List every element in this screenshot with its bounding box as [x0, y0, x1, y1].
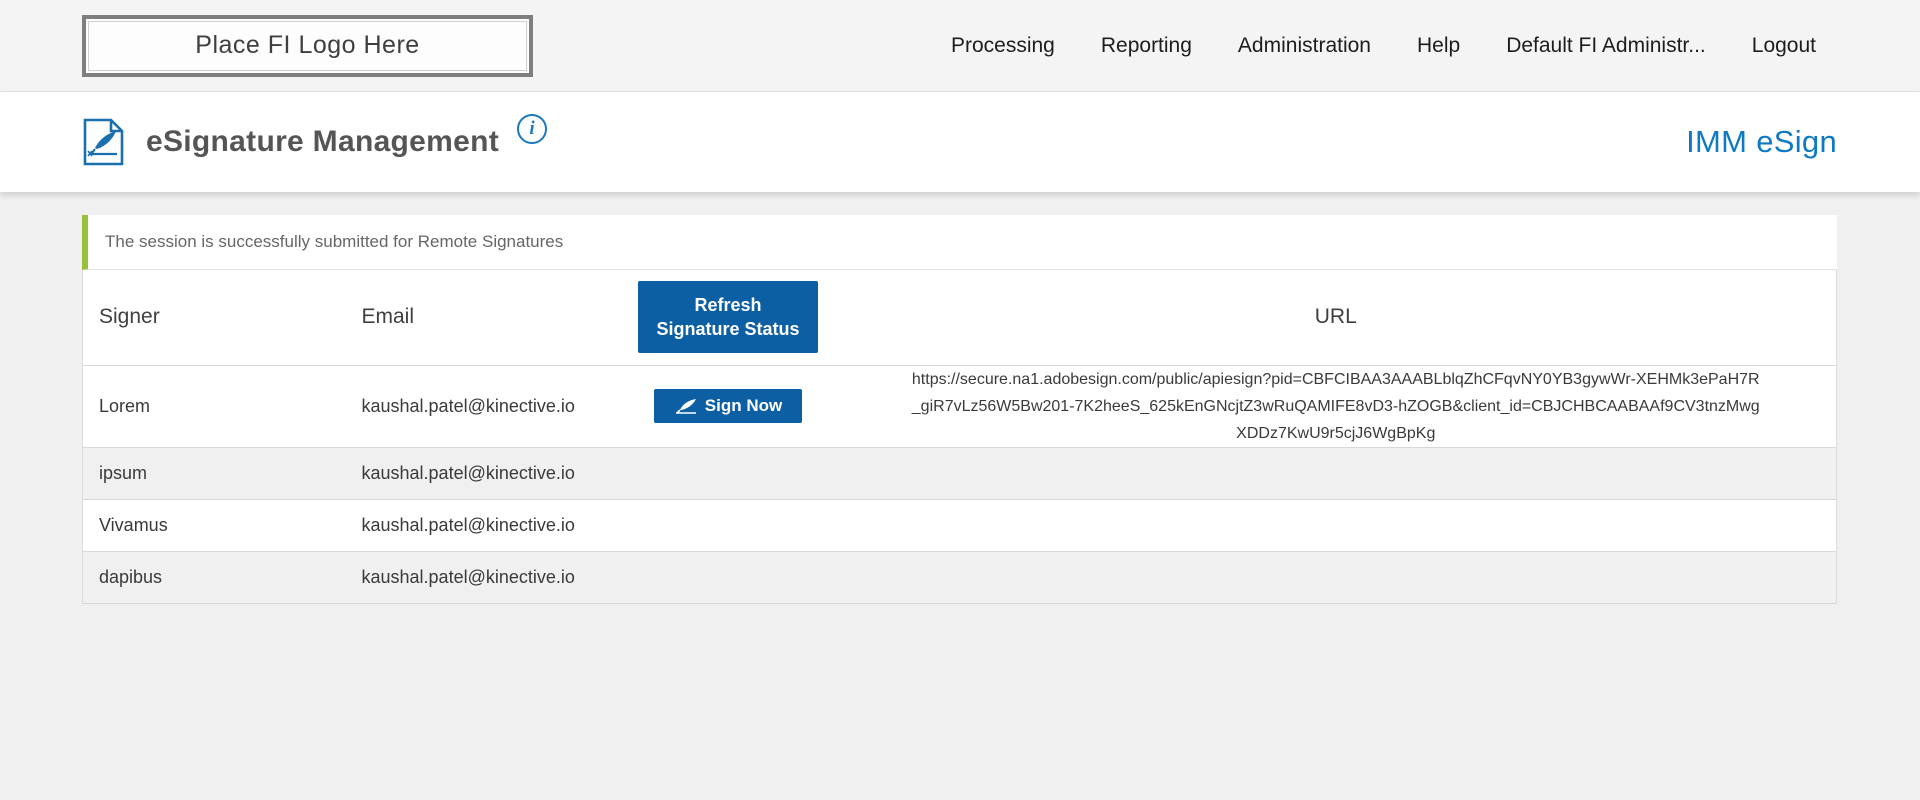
imm-esign-brand: IMM eSign — [1686, 124, 1837, 160]
main-nav: Processing Reporting Administration Help… — [951, 34, 1816, 58]
column-header-status: Refresh Signature Status — [621, 270, 836, 365]
signer-email: kaushal.patel@kinective.io — [346, 447, 621, 499]
table-row: Vivamus kaushal.patel@kinective.io — [83, 499, 1837, 551]
info-icon[interactable]: i — [517, 114, 547, 144]
success-alert: The session is successfully submitted fo… — [82, 215, 1837, 270]
table-row: ipsum kaushal.patel@kinective.io — [83, 447, 1837, 499]
nav-item-reporting[interactable]: Reporting — [1101, 34, 1192, 58]
refresh-signature-status-button[interactable]: Refresh Signature Status — [638, 281, 818, 353]
page-header: eSignature Management i IMM eSign — [0, 92, 1920, 192]
signer-email: kaushal.patel@kinective.io — [346, 551, 621, 603]
signer-name: dapibus — [83, 551, 346, 603]
nav-item-processing[interactable]: Processing — [951, 34, 1055, 58]
signing-url: https://secure.na1.adobesign.com/public/… — [911, 366, 1761, 447]
fi-logo-text: Place FI Logo Here — [195, 31, 419, 60]
column-header-url: URL — [836, 270, 1837, 365]
top-navigation-bar: Place FI Logo Here Processing Reporting … — [0, 0, 1920, 92]
page-title: eSignature Management — [146, 125, 499, 159]
sign-now-label: Sign Now — [705, 396, 782, 416]
signer-name: ipsum — [83, 447, 346, 499]
nav-item-help[interactable]: Help — [1417, 34, 1460, 58]
signers-table: Signer Email Refresh Signature Status UR… — [82, 270, 1837, 604]
signer-name: Lorem — [83, 365, 346, 447]
fi-logo-placeholder: Place FI Logo Here — [82, 15, 533, 77]
nav-item-user-menu[interactable]: Default FI Administr... — [1506, 34, 1706, 58]
esignature-document-icon — [82, 118, 124, 166]
signer-name: Vivamus — [83, 499, 346, 551]
table-header-row: Signer Email Refresh Signature Status UR… — [83, 270, 1837, 365]
signer-email: kaushal.patel@kinective.io — [346, 499, 621, 551]
table-row: Lorem kaushal.patel@kinective.io Sign No… — [83, 365, 1837, 447]
success-alert-message: The session is successfully submitted fo… — [105, 232, 563, 252]
column-header-signer: Signer — [83, 270, 346, 365]
sign-now-button[interactable]: Sign Now — [654, 389, 802, 423]
main-content: The session is successfully submitted fo… — [0, 192, 1920, 604]
nav-item-administration[interactable]: Administration — [1238, 34, 1371, 58]
column-header-email: Email — [346, 270, 621, 365]
refresh-button-line1: Refresh — [644, 293, 812, 317]
table-row: dapibus kaushal.patel@kinective.io — [83, 551, 1837, 603]
signer-email: kaushal.patel@kinective.io — [346, 365, 621, 447]
refresh-button-line2: Signature Status — [644, 317, 812, 341]
nav-item-logout[interactable]: Logout — [1752, 34, 1816, 58]
quill-pen-icon — [674, 398, 698, 414]
